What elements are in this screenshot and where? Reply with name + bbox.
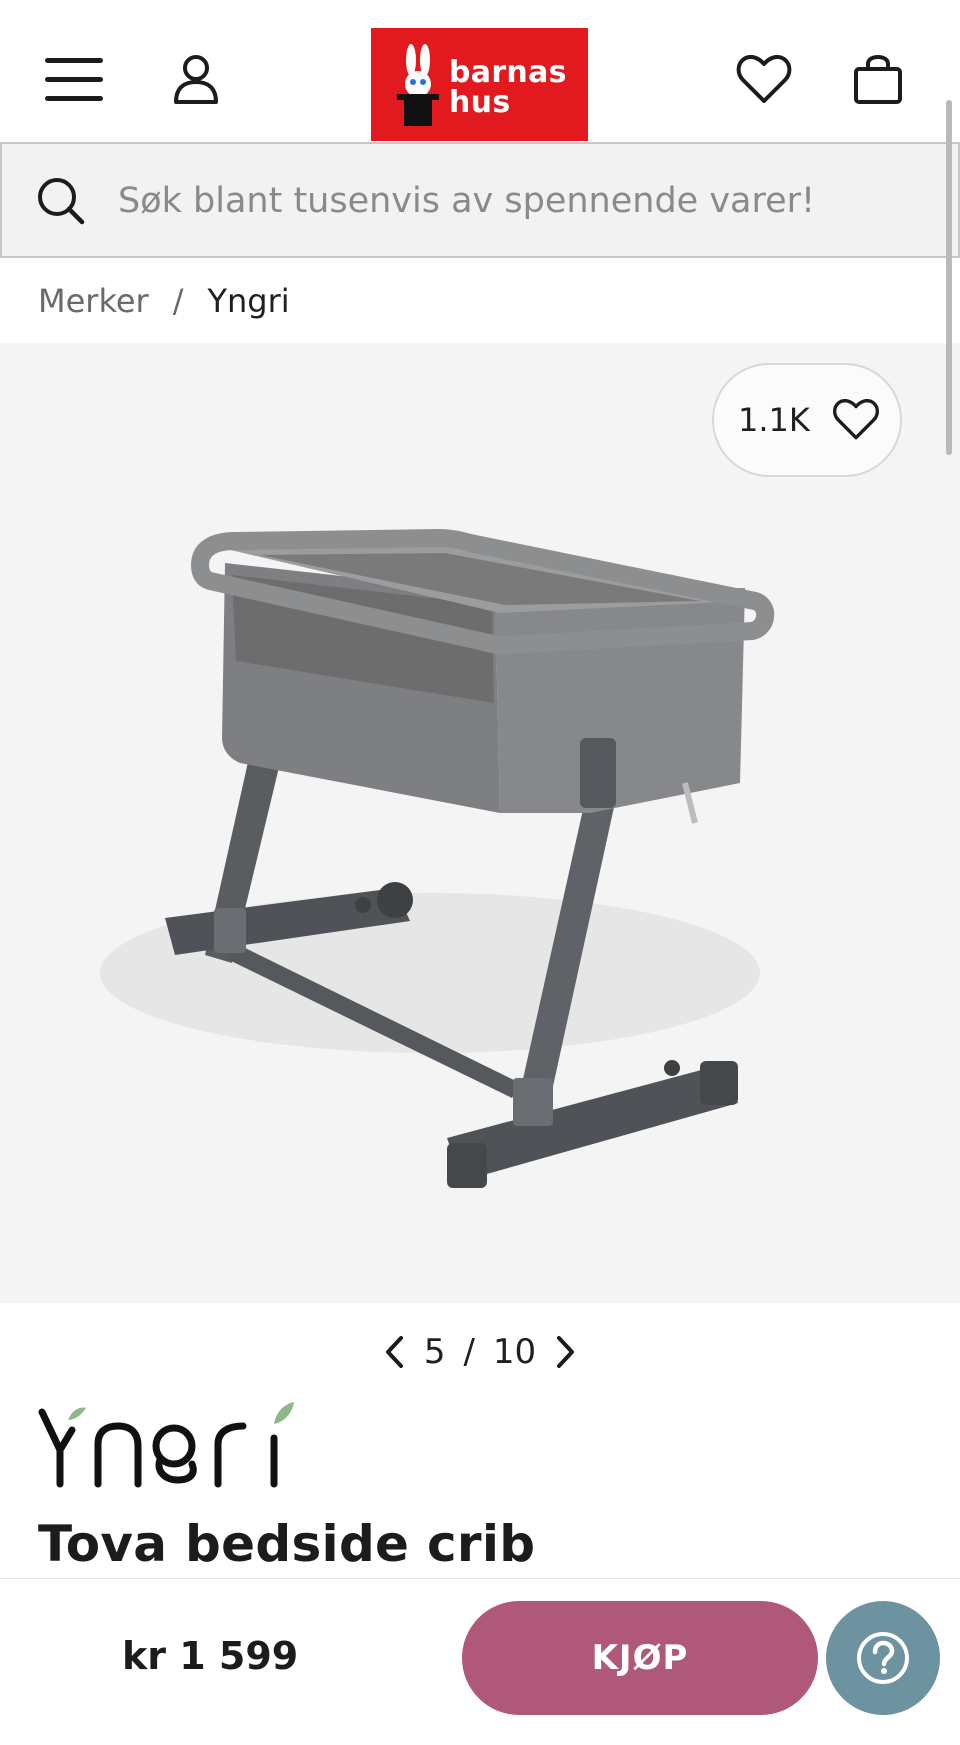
current-image-index: 5 [423,1332,446,1372]
page-scrollbar[interactable] [946,100,952,455]
search-bar[interactable] [0,142,960,258]
site-logo[interactable]: barnas hus [371,28,588,141]
chevron-right-icon [557,1336,575,1368]
site-header: barnas hus [0,0,960,142]
search-icon [38,178,85,225]
like-button[interactable]: 1.1K [712,363,902,477]
breadcrumb-item-merker[interactable]: Merker [38,282,149,320]
menu-icon [45,58,103,101]
cart-button[interactable] [838,40,918,120]
breadcrumb-item-yngri[interactable]: Yngri [207,282,289,320]
previous-image-button[interactable] [382,1334,406,1370]
account-button[interactable] [156,40,236,120]
pagination-separator: / [463,1332,475,1372]
buy-button[interactable]: KJØP [462,1601,818,1715]
account-icon [174,55,218,104]
product-gallery[interactable]: 1.1K [0,343,960,1303]
question-mark-icon [857,1632,909,1684]
heart-outline-icon [832,399,879,440]
wishlist-button[interactable] [724,40,804,120]
bedside-crib-product-image [100,529,775,1188]
rabbit-hat-logo-icon [397,44,439,126]
total-image-count: 10 [492,1332,537,1372]
breadcrumb: Merker / Yngri [38,282,290,320]
brand-logo-yngri[interactable] [38,1400,298,1490]
breadcrumb-separator: / [172,282,184,320]
help-button[interactable] [826,1601,940,1715]
purchase-bar: kr 1 599 KJØP [0,1578,960,1745]
chevron-left-icon [385,1336,403,1368]
search-input[interactable] [118,174,918,228]
menu-button[interactable] [34,40,114,120]
gallery-pagination: 5 / 10 [0,1322,960,1382]
logo-text: barnas hus [449,55,567,120]
product-title: Tova bedside crib [38,1515,536,1573]
next-image-button[interactable] [554,1334,578,1370]
heart-icon [736,55,792,103]
like-count: 1.1K [738,401,810,439]
product-price: kr 1 599 [122,1634,299,1678]
shopping-bag-icon [854,55,902,104]
